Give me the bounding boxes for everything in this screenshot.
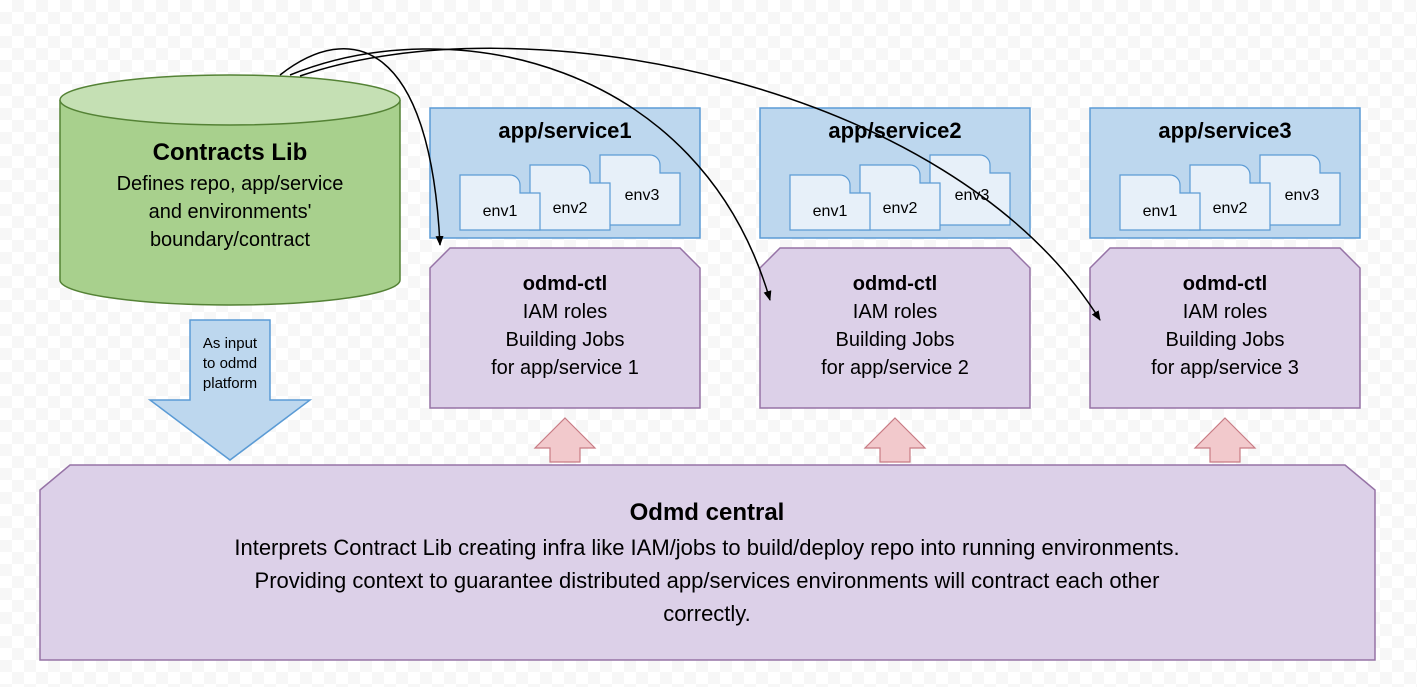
svg-text:env3: env3: [625, 187, 660, 204]
contracts-title: Contracts Lib: [153, 139, 308, 166]
svg-text:odmd-ctl: odmd-ctl: [1183, 273, 1267, 295]
svg-text:env2: env2: [1213, 200, 1248, 217]
svg-text:IAM roles: IAM roles: [1183, 301, 1267, 323]
svg-text:Building Jobs: Building Jobs: [506, 329, 625, 351]
central-line1: Interprets Contract Lib creating infra l…: [234, 535, 1179, 560]
svg-text:env1: env1: [1143, 203, 1178, 220]
architecture-diagram: Contracts Lib Defines repo, app/service …: [0, 0, 1417, 687]
svg-text:Building Jobs: Building Jobs: [1166, 329, 1285, 351]
input-arrow-line2: to odmd: [203, 355, 257, 372]
input-arrow-line3: platform: [203, 375, 257, 392]
up-arrow-icon: [1195, 418, 1255, 462]
svg-text:for app/service 1: for app/service 1: [491, 357, 639, 379]
up-arrow-icon: [535, 418, 595, 462]
central-line3: correctly.: [663, 601, 751, 626]
odmd-ctl-card: [1090, 248, 1360, 408]
odmd-central-card: Odmd central Interprets Contract Lib cre…: [40, 465, 1375, 660]
up-arrow-icon: [865, 418, 925, 462]
svg-text:env1: env1: [813, 203, 848, 220]
central-line2: Providing context to guarantee distribut…: [255, 568, 1160, 593]
odmd-ctl-card: [430, 248, 700, 408]
svg-text:odmd-ctl: odmd-ctl: [523, 273, 607, 295]
svg-text:IAM roles: IAM roles: [523, 301, 607, 323]
svg-text:for app/service 3: for app/service 3: [1151, 357, 1299, 379]
contracts-line1: Defines repo, app/service: [117, 173, 344, 195]
svg-text:env2: env2: [883, 200, 918, 217]
central-title: Odmd central: [630, 499, 785, 526]
svg-text:odmd-ctl: odmd-ctl: [853, 273, 937, 295]
input-arrow: As input to odmd platform: [150, 320, 310, 460]
contracts-line2: and environments': [149, 201, 312, 223]
service-2: app/service2 env3 env2 env1 odmd-ctl IAM…: [760, 108, 1030, 462]
odmd-ctl-card: [760, 248, 1030, 408]
input-arrow-line1: As input: [203, 335, 258, 352]
service-1: app/service1 env3 env2 env1 odmd-ctl IAM…: [430, 108, 700, 462]
service-3-title: app/service3: [1158, 118, 1291, 143]
service-1-title: app/service1: [498, 118, 631, 143]
contracts-lib-cylinder: Contracts Lib Defines repo, app/service …: [60, 75, 400, 305]
contracts-line3: boundary/contract: [150, 229, 311, 251]
service-3: app/service3 env3 env2 env1 odmd-ctl IAM…: [1090, 108, 1360, 462]
svg-text:env1: env1: [483, 203, 518, 220]
svg-text:env3: env3: [1285, 187, 1320, 204]
svg-text:Building Jobs: Building Jobs: [836, 329, 955, 351]
svg-text:env2: env2: [553, 200, 588, 217]
svg-text:IAM roles: IAM roles: [853, 301, 937, 323]
svg-text:for app/service 2: for app/service 2: [821, 357, 969, 379]
